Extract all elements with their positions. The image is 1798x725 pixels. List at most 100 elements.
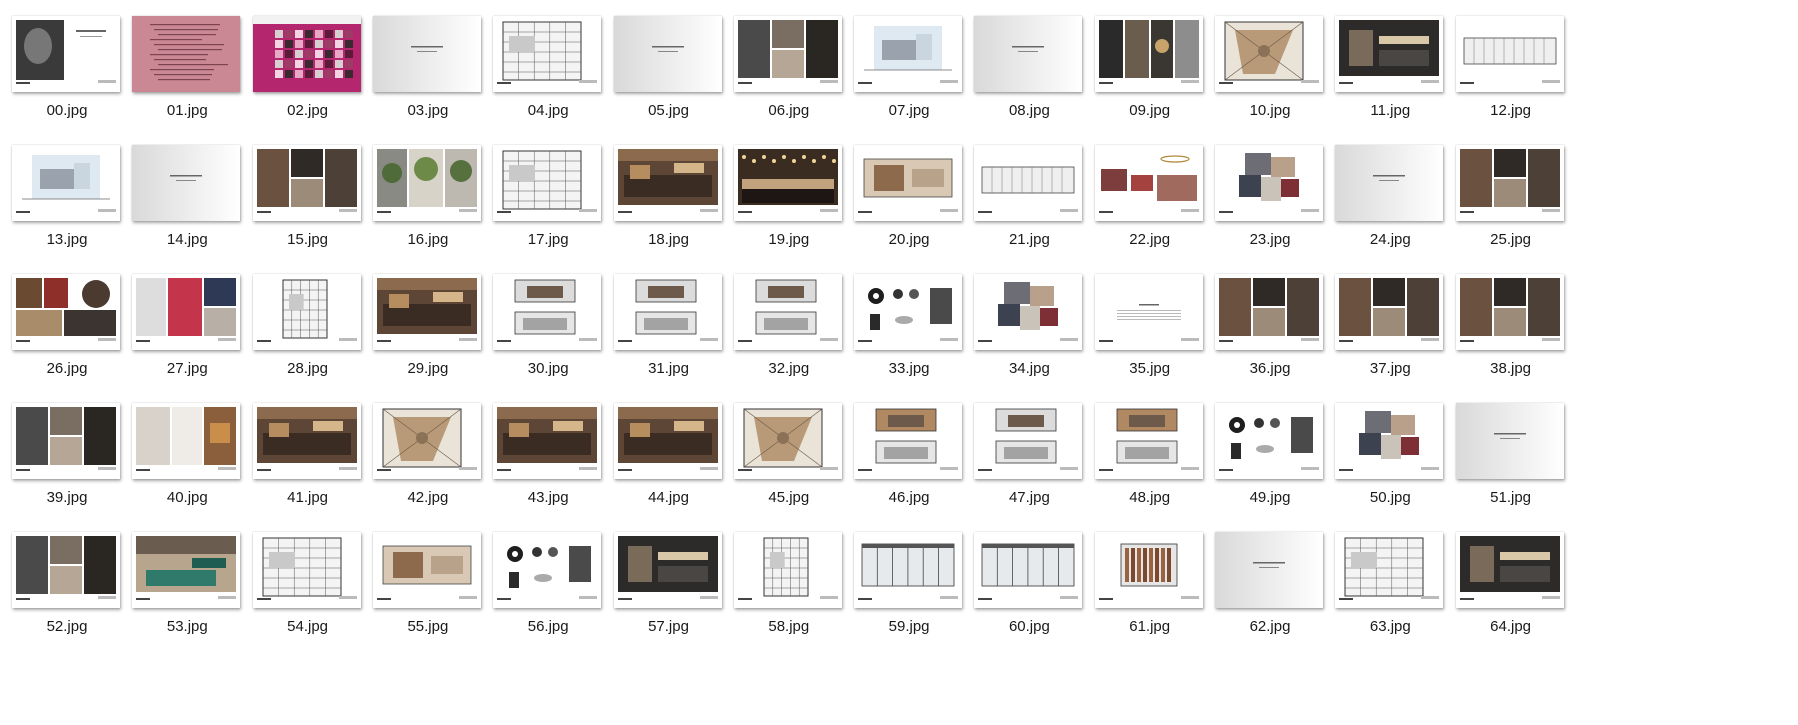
file-thumbnail[interactable]: [974, 403, 1083, 479]
file-thumbnail[interactable]: [854, 274, 963, 350]
file-thumbnail[interactable]: [613, 145, 722, 221]
file-name-label[interactable]: 34.jpg: [960, 360, 1098, 377]
file-name-label[interactable]: 46.jpg: [840, 489, 978, 506]
file-name-label[interactable]: 53.jpg: [118, 618, 256, 635]
file-name-label[interactable]: 51.jpg: [1442, 489, 1580, 506]
file-item[interactable]: 05.jpg: [600, 0, 738, 138]
file-name-label[interactable]: 05.jpg: [600, 102, 738, 119]
file-thumbnail[interactable]: [12, 145, 120, 221]
file-item[interactable]: 16.jpg: [359, 127, 497, 267]
file-item[interactable]: 41.jpg: [239, 385, 377, 525]
file-item[interactable]: 31.jpg: [600, 256, 738, 396]
file-thumbnail[interactable]: [1215, 145, 1323, 221]
file-thumbnail[interactable]: [1335, 16, 1444, 92]
file-thumbnail[interactable]: [1094, 16, 1203, 92]
file-name-label[interactable]: 30.jpg: [479, 360, 617, 377]
file-thumbnail[interactable]: [733, 16, 842, 92]
file-name-label[interactable]: 16.jpg: [359, 231, 497, 248]
file-item[interactable]: 53.jpg: [118, 514, 256, 654]
file-thumbnail[interactable]: [493, 403, 602, 479]
file-item[interactable]: 03.jpg: [359, 0, 497, 138]
file-item[interactable]: 12.jpg: [1442, 0, 1580, 138]
file-item[interactable]: 59.jpg: [840, 514, 978, 654]
file-thumbnail[interactable]: [132, 16, 241, 92]
file-name-label[interactable]: 25.jpg: [1442, 231, 1580, 248]
file-item[interactable]: 36.jpg: [1201, 256, 1339, 396]
file-name-label[interactable]: 37.jpg: [1321, 360, 1459, 377]
file-name-label[interactable]: 11.jpg: [1321, 102, 1459, 119]
file-item[interactable]: 17.jpg: [479, 127, 617, 267]
file-name-label[interactable]: 15.jpg: [239, 231, 377, 248]
file-thumbnail[interactable]: [1335, 403, 1444, 479]
file-thumbnail[interactable]: [1215, 403, 1323, 479]
file-thumbnail[interactable]: [613, 274, 722, 350]
file-name-label[interactable]: 18.jpg: [600, 231, 738, 248]
file-name-label[interactable]: 13.jpg: [0, 231, 136, 248]
file-thumbnail[interactable]: [974, 145, 1083, 221]
file-thumbnail[interactable]: [493, 145, 602, 221]
file-name-label[interactable]: 38.jpg: [1442, 360, 1580, 377]
file-item[interactable]: 46.jpg: [840, 385, 978, 525]
file-item[interactable]: 30.jpg: [479, 256, 617, 396]
file-thumbnail[interactable]: [1455, 403, 1564, 479]
file-thumbnail[interactable]: [974, 274, 1083, 350]
file-thumbnail[interactable]: [132, 403, 241, 479]
file-item[interactable]: 50.jpg: [1321, 385, 1459, 525]
file-item[interactable]: 60.jpg: [960, 514, 1098, 654]
file-name-label[interactable]: 40.jpg: [118, 489, 256, 506]
file-item[interactable]: 37.jpg: [1321, 256, 1459, 396]
file-item[interactable]: 42.jpg: [359, 385, 497, 525]
file-name-label[interactable]: 26.jpg: [0, 360, 136, 377]
file-item[interactable]: 33.jpg: [840, 256, 978, 396]
file-item[interactable]: 64.jpg: [1442, 514, 1580, 654]
file-thumbnail[interactable]: [733, 403, 842, 479]
file-thumbnail[interactable]: [733, 274, 842, 350]
file-item[interactable]: 06.jpg: [720, 0, 858, 138]
file-thumbnail[interactable]: [733, 145, 842, 221]
file-thumbnail[interactable]: [493, 532, 602, 608]
file-item[interactable]: 15.jpg: [239, 127, 377, 267]
file-name-label[interactable]: 22.jpg: [1081, 231, 1219, 248]
file-thumbnail[interactable]: [1335, 274, 1444, 350]
file-item[interactable]: 28.jpg: [239, 256, 377, 396]
file-name-label[interactable]: 54.jpg: [239, 618, 377, 635]
file-thumbnail[interactable]: [252, 403, 361, 479]
file-item[interactable]: 38.jpg: [1442, 256, 1580, 396]
file-thumbnail[interactable]: [1455, 274, 1564, 350]
file-item[interactable]: 26.jpg: [0, 256, 136, 396]
file-thumbnail[interactable]: [1335, 532, 1444, 608]
file-name-label[interactable]: 17.jpg: [479, 231, 617, 248]
file-item[interactable]: 29.jpg: [359, 256, 497, 396]
file-name-label[interactable]: 52.jpg: [0, 618, 136, 635]
file-item[interactable]: 52.jpg: [0, 514, 136, 654]
file-name-label[interactable]: 10.jpg: [1201, 102, 1339, 119]
file-name-label[interactable]: 12.jpg: [1442, 102, 1580, 119]
file-item[interactable]: 01.jpg: [118, 0, 256, 138]
file-item[interactable]: 24.jpg: [1321, 127, 1459, 267]
file-name-label[interactable]: 23.jpg: [1201, 231, 1339, 248]
file-name-label[interactable]: 29.jpg: [359, 360, 497, 377]
file-thumbnail[interactable]: [12, 532, 120, 608]
file-name-label[interactable]: 57.jpg: [600, 618, 738, 635]
file-thumbnail[interactable]: [854, 145, 963, 221]
file-name-label[interactable]: 19.jpg: [720, 231, 858, 248]
file-name-label[interactable]: 55.jpg: [359, 618, 497, 635]
file-item[interactable]: 14.jpg: [118, 127, 256, 267]
file-name-label[interactable]: 06.jpg: [720, 102, 858, 119]
file-thumbnail[interactable]: [1094, 532, 1203, 608]
file-item[interactable]: 34.jpg: [960, 256, 1098, 396]
file-thumbnail[interactable]: [252, 145, 361, 221]
file-name-label[interactable]: 02.jpg: [239, 102, 377, 119]
file-name-label[interactable]: 47.jpg: [960, 489, 1098, 506]
file-item[interactable]: 43.jpg: [479, 385, 617, 525]
file-thumbnail[interactable]: [12, 403, 120, 479]
file-thumbnail[interactable]: [613, 403, 722, 479]
file-thumbnail[interactable]: [854, 16, 963, 92]
file-thumbnail[interactable]: [12, 274, 120, 350]
file-thumbnail[interactable]: [1335, 145, 1444, 221]
file-thumbnail[interactable]: [252, 532, 361, 608]
file-thumbnail[interactable]: [974, 532, 1083, 608]
file-name-label[interactable]: 00.jpg: [0, 102, 136, 119]
file-thumbnail[interactable]: [493, 274, 602, 350]
file-item[interactable]: 62.jpg: [1201, 514, 1339, 654]
